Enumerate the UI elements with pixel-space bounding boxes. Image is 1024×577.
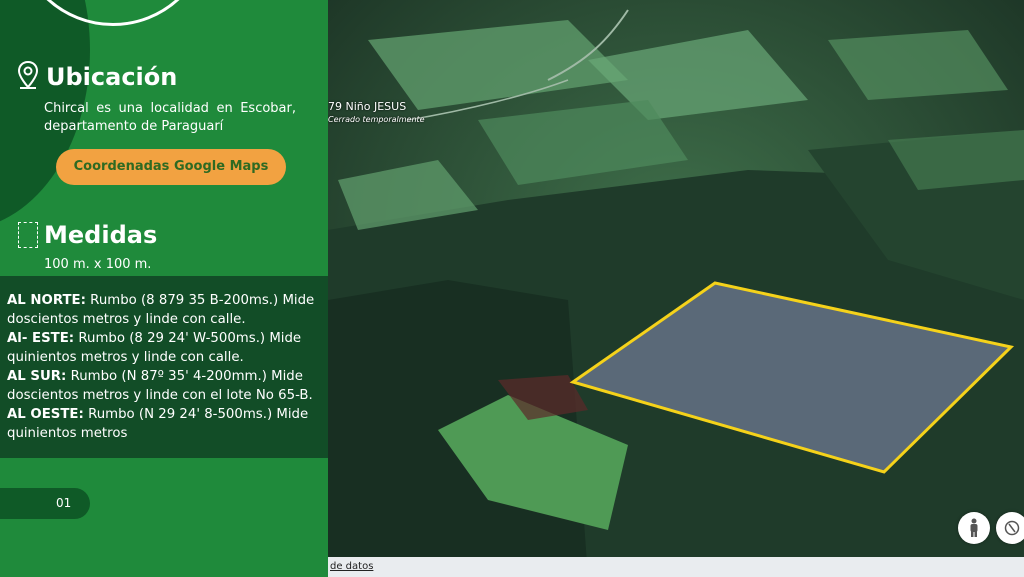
ruler-icon: [18, 222, 38, 248]
info-panel: Ubicación Chircal es una localidad en Es…: [0, 0, 328, 577]
page-number-badge: 01: [0, 488, 90, 519]
ubicacion-title: Ubicación: [46, 63, 178, 91]
oeste-label: AL OESTE:: [7, 407, 84, 422]
slide: Ubicación Chircal es una localidad en Es…: [0, 0, 1024, 577]
pegman-icon: [970, 518, 978, 537]
medidas-title: Medidas: [44, 221, 158, 249]
map-pin-icon: [17, 60, 39, 89]
satellite-map[interactable]: 79 Niño JESUS Cerrado temporalmente de d…: [328, 0, 1024, 577]
map-footer: de datos: [328, 557, 1024, 577]
boundaries-text: AL NORTE: Rumbo (8 879 35 B-200ms.) Mide…: [7, 291, 325, 443]
este-label: Al- ESTE:: [7, 331, 75, 346]
satellite-imagery: [328, 0, 1024, 577]
compass-icon: [1004, 520, 1020, 536]
place-sublabel: Cerrado temporalmente: [328, 115, 425, 124]
pegman-button[interactable]: [958, 512, 990, 544]
compass-button[interactable]: [996, 512, 1024, 544]
medidas-value: 100 m. x 100 m.: [44, 257, 152, 272]
place-label: 79 Niño JESUS: [328, 100, 407, 113]
page-number: 01: [56, 496, 72, 510]
google-maps-coordinates-button[interactable]: Coordenadas Google Maps: [56, 149, 286, 185]
sur-label: AL SUR:: [7, 369, 67, 384]
boundaries-box: AL NORTE: Rumbo (8 879 35 B-200ms.) Mide…: [0, 276, 328, 458]
norte-label: AL NORTE:: [7, 293, 86, 308]
map-data-link[interactable]: de datos: [330, 561, 373, 572]
ubicacion-description: Chircal es una localidad en Escobar, dep…: [44, 101, 296, 134]
